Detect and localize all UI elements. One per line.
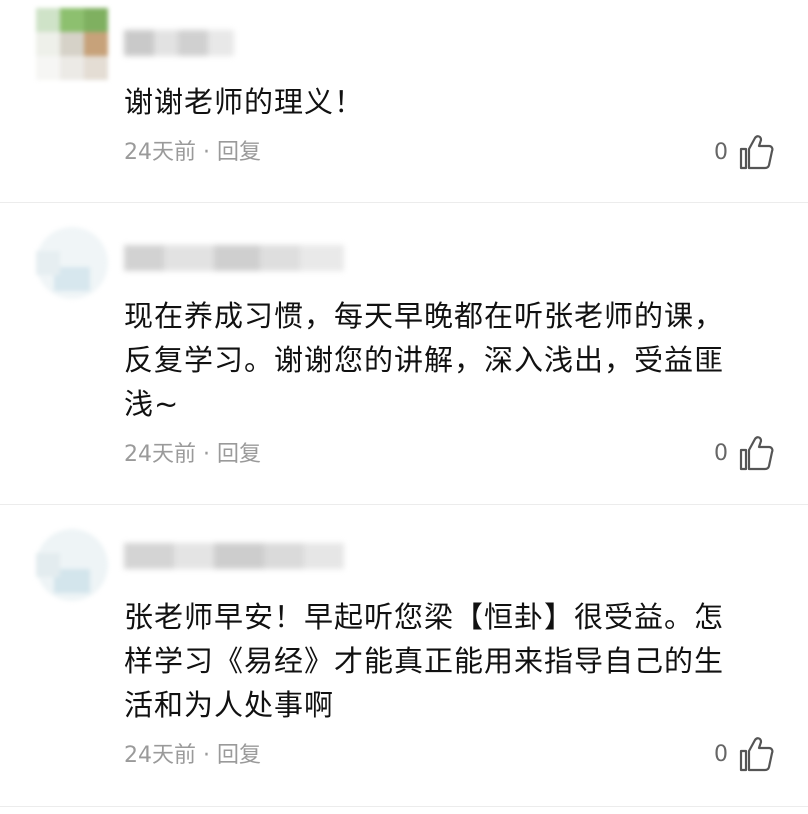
comment-text: 张老师早安！早起听您梁【恒卦】很受益。怎 样学习《易经》才能真正能用来指导自己的… xyxy=(124,600,725,722)
username-blurred[interactable] xyxy=(124,245,344,271)
comment-item: 张老师早安！早起听您梁【恒卦】很受益。怎 样学习《易经》才能真正能用来指导自己的… xyxy=(0,505,808,814)
username-blurred[interactable] xyxy=(124,543,344,569)
comment-time: 24天前 xyxy=(124,140,196,165)
like-count: 0 xyxy=(714,139,728,165)
like-count: 0 xyxy=(714,440,728,466)
thumbs-up-icon xyxy=(736,734,776,774)
thumbs-up-icon xyxy=(736,132,776,172)
comment-text: 谢谢老师的理义！ xyxy=(124,85,365,119)
comment-time: 24天前 xyxy=(124,743,196,768)
reply-button[interactable]: 回复 xyxy=(217,140,261,165)
comment-item: 谢谢老师的理义！ 24天前 · 回复 0 xyxy=(0,0,808,200)
comment-meta: 24天前 · 回复 xyxy=(124,439,261,471)
like-count: 0 xyxy=(714,741,728,767)
meta-separator: · xyxy=(196,442,217,467)
comment-item: 现在养成习惯，每天早晚都在听张老师的课， 反复学习。谢谢您的讲解，深入浅出，受益… xyxy=(0,203,808,503)
avatar[interactable] xyxy=(36,227,108,299)
avatar[interactable] xyxy=(36,529,108,601)
thumbs-up-icon xyxy=(736,433,776,473)
comment-time: 24天前 xyxy=(124,442,196,467)
avatar[interactable] xyxy=(36,8,108,80)
meta-separator: · xyxy=(196,140,217,165)
reply-button[interactable]: 回复 xyxy=(217,442,261,467)
comment-list: 谢谢老师的理义！ 24天前 · 回复 0 现在养成习惯，每天早晚都在听张老师的课… xyxy=(0,0,808,814)
divider xyxy=(0,806,808,807)
meta-separator: · xyxy=(196,743,217,768)
like-button[interactable]: 0 xyxy=(714,433,776,473)
comment-text: 现在养成习惯，每天早晚都在听张老师的课， 反复学习。谢谢您的讲解，深入浅出，受益… xyxy=(124,299,725,421)
comment-meta: 24天前 · 回复 xyxy=(124,740,261,772)
comment-meta: 24天前 · 回复 xyxy=(124,137,261,169)
reply-button[interactable]: 回复 xyxy=(217,743,261,768)
like-button[interactable]: 0 xyxy=(714,734,776,774)
username-blurred[interactable] xyxy=(124,30,234,56)
like-button[interactable]: 0 xyxy=(714,132,776,172)
